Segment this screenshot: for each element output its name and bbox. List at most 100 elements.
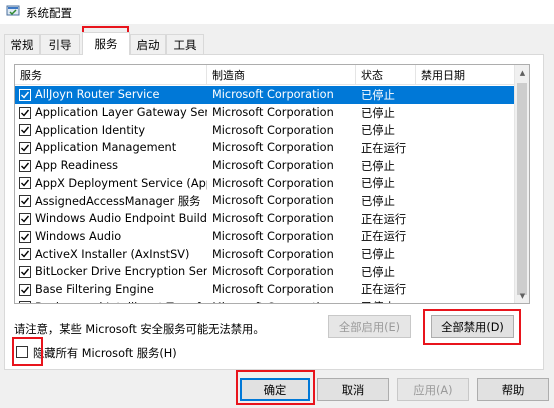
table-row[interactable]: Windows Audio Endpoint Builder Microsoft … bbox=[15, 210, 516, 228]
row-checkbox[interactable] bbox=[19, 159, 31, 172]
table-row[interactable]: Application Layer Gateway Service Microso… bbox=[15, 104, 516, 122]
row-checkbox[interactable] bbox=[19, 212, 31, 225]
service-status: 已停止 bbox=[361, 265, 395, 279]
hide-ms-services-checkbox[interactable] bbox=[16, 346, 28, 358]
tab-services[interactable]: 服务 bbox=[82, 32, 130, 55]
row-checkbox[interactable] bbox=[19, 89, 31, 101]
service-status: 已停止 bbox=[361, 88, 395, 102]
scroll-thumb[interactable] bbox=[517, 83, 527, 295]
button-label: 帮助 bbox=[501, 383, 525, 397]
table-row[interactable]: AllJoyn Router Service Microsoft Corporat… bbox=[15, 86, 516, 104]
column-header-disabled-date[interactable]: 禁用日期 bbox=[416, 65, 516, 85]
service-manufacturer: Microsoft Corporation bbox=[212, 141, 334, 155]
title-bar: 系统配置 bbox=[0, 0, 554, 24]
service-status: 已停止 bbox=[361, 124, 395, 138]
tab-startup[interactable]: 启动 bbox=[130, 34, 166, 54]
service-name: AssignedAccessManager 服务 bbox=[35, 194, 201, 208]
apply-button[interactable]: 应用(A) bbox=[397, 378, 469, 401]
button-label: 取消 bbox=[341, 383, 365, 397]
service-name: Base Filtering Engine bbox=[35, 282, 154, 296]
row-checkbox[interactable] bbox=[19, 230, 31, 243]
table-row[interactable]: Application Identity Microsoft Corporatio… bbox=[15, 121, 516, 139]
column-label: 禁用日期 bbox=[421, 69, 465, 82]
msconfig-app-icon bbox=[6, 4, 20, 18]
row-checkbox[interactable] bbox=[19, 265, 31, 278]
services-list[interactable]: 服务 制造商 状态 禁用日期 AllJoyn Router Service Mic… bbox=[14, 64, 530, 304]
table-row[interactable]: Windows Audio Microsoft Corporation 正在运行 bbox=[15, 228, 516, 246]
service-status: 正在运行 bbox=[361, 141, 407, 155]
vertical-scrollbar[interactable]: ▲ ▼ bbox=[514, 65, 529, 303]
service-manufacturer: Microsoft Corporation bbox=[212, 229, 334, 243]
service-status: 已停止 bbox=[361, 194, 395, 208]
tab-general[interactable]: 常规 bbox=[4, 34, 40, 54]
service-status: 正在运行 bbox=[361, 283, 407, 297]
help-button[interactable]: 帮助 bbox=[477, 378, 549, 401]
service-status: 正在运行 bbox=[361, 212, 407, 226]
table-row[interactable]: AssignedAccessManager 服务 Microsoft Corpor… bbox=[15, 192, 516, 210]
tab-label: 服务 bbox=[94, 37, 118, 51]
service-name: AllJoyn Router Service bbox=[35, 88, 160, 102]
scroll-down-arrow-icon[interactable]: ▼ bbox=[515, 288, 529, 303]
service-name: Windows Audio bbox=[35, 229, 122, 243]
button-label: 确定 bbox=[263, 383, 287, 397]
service-name: Background Intelligent Transfer... bbox=[35, 301, 207, 303]
service-status: 已停止 bbox=[361, 248, 395, 262]
table-row[interactable]: Application Management Microsoft Corporat… bbox=[15, 139, 516, 157]
list-header: 服务 制造商 状态 禁用日期 bbox=[15, 65, 529, 85]
service-status: 已停止 bbox=[361, 177, 395, 191]
table-row[interactable]: BitLocker Drive Encryption Service Micros… bbox=[15, 263, 516, 281]
table-row[interactable]: Base Filtering Engine Microsoft Corporati… bbox=[15, 281, 516, 299]
column-label: 服务 bbox=[20, 69, 42, 82]
column-header-status[interactable]: 状态 bbox=[356, 65, 416, 85]
column-label: 制造商 bbox=[212, 69, 245, 82]
service-name: BitLocker Drive Encryption Service bbox=[35, 265, 207, 279]
row-checkbox[interactable] bbox=[19, 283, 31, 296]
button-label: 全部禁用(D) bbox=[441, 320, 504, 334]
service-manufacturer: Microsoft Corporation bbox=[212, 212, 334, 226]
service-status: 已停止 bbox=[361, 106, 395, 120]
service-name: Application Management bbox=[35, 141, 177, 155]
cancel-button[interactable]: 取消 bbox=[317, 378, 389, 401]
table-row[interactable]: App Readiness Microsoft Corporation 已停止 bbox=[15, 157, 516, 175]
column-label: 状态 bbox=[361, 69, 383, 82]
scroll-up-arrow-icon[interactable]: ▲ bbox=[515, 65, 529, 80]
table-row[interactable]: Background Intelligent Transfer... Micros… bbox=[15, 298, 516, 303]
window-title: 系统配置 bbox=[26, 6, 72, 20]
security-note: 请注意，某些 Microsoft 安全服务可能无法禁用。 bbox=[14, 323, 265, 336]
service-manufacturer: Microsoft Corporation bbox=[212, 301, 357, 303]
service-status: 已停止 bbox=[361, 159, 395, 173]
column-header-manufacturer[interactable]: 制造商 bbox=[207, 65, 356, 85]
row-checkbox[interactable] bbox=[19, 301, 31, 303]
disable-all-button[interactable]: 全部禁用(D) bbox=[431, 315, 514, 338]
service-manufacturer: Microsoft Corporation bbox=[212, 176, 334, 190]
row-checkbox[interactable] bbox=[19, 124, 31, 137]
row-checkbox[interactable] bbox=[19, 248, 31, 261]
service-name: Application Layer Gateway Service bbox=[35, 106, 207, 120]
button-label: 应用(A) bbox=[413, 383, 453, 397]
service-manufacturer: Microsoft Corporation bbox=[212, 282, 334, 296]
service-name: Windows Audio Endpoint Builder bbox=[35, 212, 207, 226]
service-manufacturer: Microsoft Corporation bbox=[212, 88, 334, 102]
tab-tools[interactable]: 工具 bbox=[166, 34, 204, 54]
row-checkbox[interactable] bbox=[19, 106, 31, 119]
tab-label: 引导 bbox=[48, 37, 72, 52]
service-name: Application Identity bbox=[35, 123, 146, 137]
service-manufacturer: Microsoft Corporation bbox=[212, 247, 334, 261]
service-status: 已停止 bbox=[361, 299, 421, 303]
column-header-service[interactable]: 服务 bbox=[15, 65, 207, 85]
tab-boot[interactable]: 引导 bbox=[40, 34, 80, 54]
service-status: 正在运行 bbox=[361, 230, 407, 244]
service-name: ActiveX Installer (AxInstSV) bbox=[35, 247, 190, 261]
tab-label: 常规 bbox=[10, 37, 34, 52]
ok-button[interactable]: 确定 bbox=[240, 378, 310, 401]
table-row[interactable]: ActiveX Installer (AxInstSV) Microsoft Co… bbox=[15, 245, 516, 263]
service-manufacturer: Microsoft Corporation bbox=[212, 159, 334, 173]
row-checkbox[interactable] bbox=[19, 142, 31, 155]
hide-ms-services-label[interactable]: 隐藏所有 Microsoft 服务(H) bbox=[33, 345, 177, 361]
row-checkbox[interactable] bbox=[19, 177, 31, 190]
table-row[interactable]: AppX Deployment Service (AppX... Microsof… bbox=[15, 174, 516, 192]
service-manufacturer: Microsoft Corporation bbox=[212, 194, 334, 208]
enable-all-button[interactable]: 全部启用(E) bbox=[328, 315, 411, 338]
row-checkbox[interactable] bbox=[19, 195, 31, 208]
service-name: AppX Deployment Service (AppX... bbox=[35, 176, 207, 190]
